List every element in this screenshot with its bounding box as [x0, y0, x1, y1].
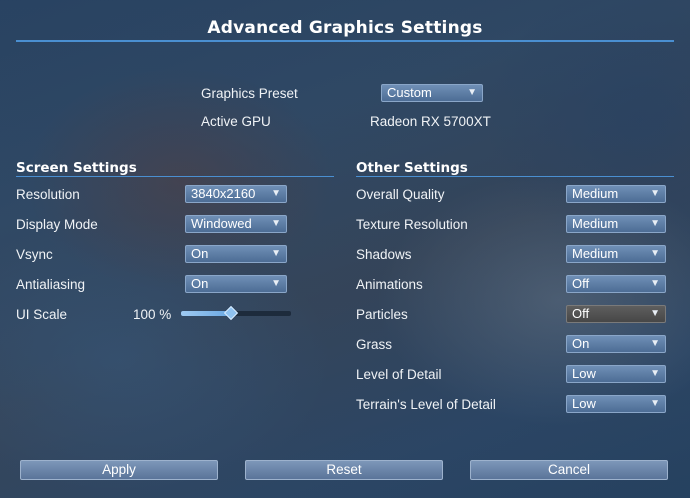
chevron-down-icon: ▼ — [650, 188, 660, 199]
level-of-detail-value: Low — [572, 366, 596, 381]
chevron-down-icon: ▼ — [650, 308, 660, 319]
terrain-level-of-detail-label: Terrain's Level of Detail — [356, 397, 496, 412]
chevron-down-icon: ▼ — [650, 398, 660, 409]
animations-label: Animations — [356, 277, 423, 292]
apply-button[interactable]: Apply — [20, 460, 218, 480]
level-of-detail-label: Level of Detail — [356, 367, 442, 382]
texture-resolution-dropdown[interactable]: Medium ▼ — [566, 215, 666, 233]
grass-label: Grass — [356, 337, 393, 352]
chevron-down-icon: ▼ — [271, 248, 281, 259]
chevron-down-icon: ▼ — [271, 218, 281, 229]
texture-resolution-value: Medium — [572, 216, 619, 231]
graphics-preset-label: Graphics Preset — [201, 86, 298, 101]
graphics-preset-dropdown[interactable]: Custom ▼ — [381, 84, 483, 102]
level-of-detail-dropdown[interactable]: Low ▼ — [566, 365, 666, 383]
chevron-down-icon: ▼ — [650, 218, 660, 229]
page-title: Advanced Graphics Settings — [207, 18, 483, 38]
chevron-down-icon: ▼ — [650, 278, 660, 289]
overall-quality-dropdown[interactable]: Medium ▼ — [566, 185, 666, 203]
shadows-value: Medium — [572, 246, 619, 261]
ui-scale-slider[interactable] — [181, 305, 291, 321]
reset-button[interactable]: Reset — [245, 460, 443, 480]
chevron-down-icon: ▼ — [650, 248, 660, 259]
grass-dropdown[interactable]: On ▼ — [566, 335, 666, 353]
particles-dropdown[interactable]: Off ▼ — [566, 305, 666, 323]
grass-value: On — [572, 336, 590, 351]
chevron-down-icon: ▼ — [467, 87, 477, 98]
particles-value: Off — [572, 306, 590, 321]
chevron-down-icon: ▼ — [650, 368, 660, 379]
ui-scale-slider-fill — [181, 311, 231, 316]
vsync-dropdown[interactable]: On ▼ — [185, 245, 287, 263]
texture-resolution-label: Texture Resolution — [356, 217, 468, 232]
particles-label: Particles — [356, 307, 408, 322]
display-mode-label: Display Mode — [16, 217, 98, 232]
ui-scale-label: UI Scale — [16, 307, 68, 322]
active-gpu-label: Active GPU — [201, 114, 271, 129]
shadows-label: Shadows — [356, 247, 412, 262]
overall-quality-label: Overall Quality — [356, 187, 445, 202]
title-divider — [16, 40, 674, 42]
screen-settings-divider — [16, 176, 334, 177]
resolution-label: Resolution — [16, 187, 80, 202]
other-settings-divider — [356, 176, 674, 177]
antialiasing-value: On — [191, 276, 209, 291]
resolution-value: 3840x2160 — [191, 186, 256, 201]
display-mode-dropdown[interactable]: Windowed ▼ — [185, 215, 287, 233]
animations-value: Off — [572, 276, 590, 291]
overall-quality-value: Medium — [572, 186, 619, 201]
graphics-preset-value: Custom — [387, 85, 432, 100]
chevron-down-icon: ▼ — [650, 338, 660, 349]
other-settings-title: Other Settings — [356, 160, 468, 176]
antialiasing-label: Antialiasing — [16, 277, 86, 292]
resolution-dropdown[interactable]: 3840x2160 ▼ — [185, 185, 287, 203]
chevron-down-icon: ▼ — [271, 278, 281, 289]
display-mode-value: Windowed — [191, 216, 252, 231]
antialiasing-dropdown[interactable]: On ▼ — [185, 275, 287, 293]
screen-settings-title: Screen Settings — [16, 160, 137, 176]
terrain-level-of-detail-value: Low — [572, 396, 596, 411]
vsync-label: Vsync — [16, 247, 53, 262]
chevron-down-icon: ▼ — [271, 188, 281, 199]
active-gpu-value: Radeon RX 5700XT — [370, 114, 491, 129]
ui-scale-value: 100 % — [133, 307, 172, 322]
vsync-value: On — [191, 246, 209, 261]
animations-dropdown[interactable]: Off ▼ — [566, 275, 666, 293]
terrain-level-of-detail-dropdown[interactable]: Low ▼ — [566, 395, 666, 413]
shadows-dropdown[interactable]: Medium ▼ — [566, 245, 666, 263]
cancel-button[interactable]: Cancel — [470, 460, 668, 480]
